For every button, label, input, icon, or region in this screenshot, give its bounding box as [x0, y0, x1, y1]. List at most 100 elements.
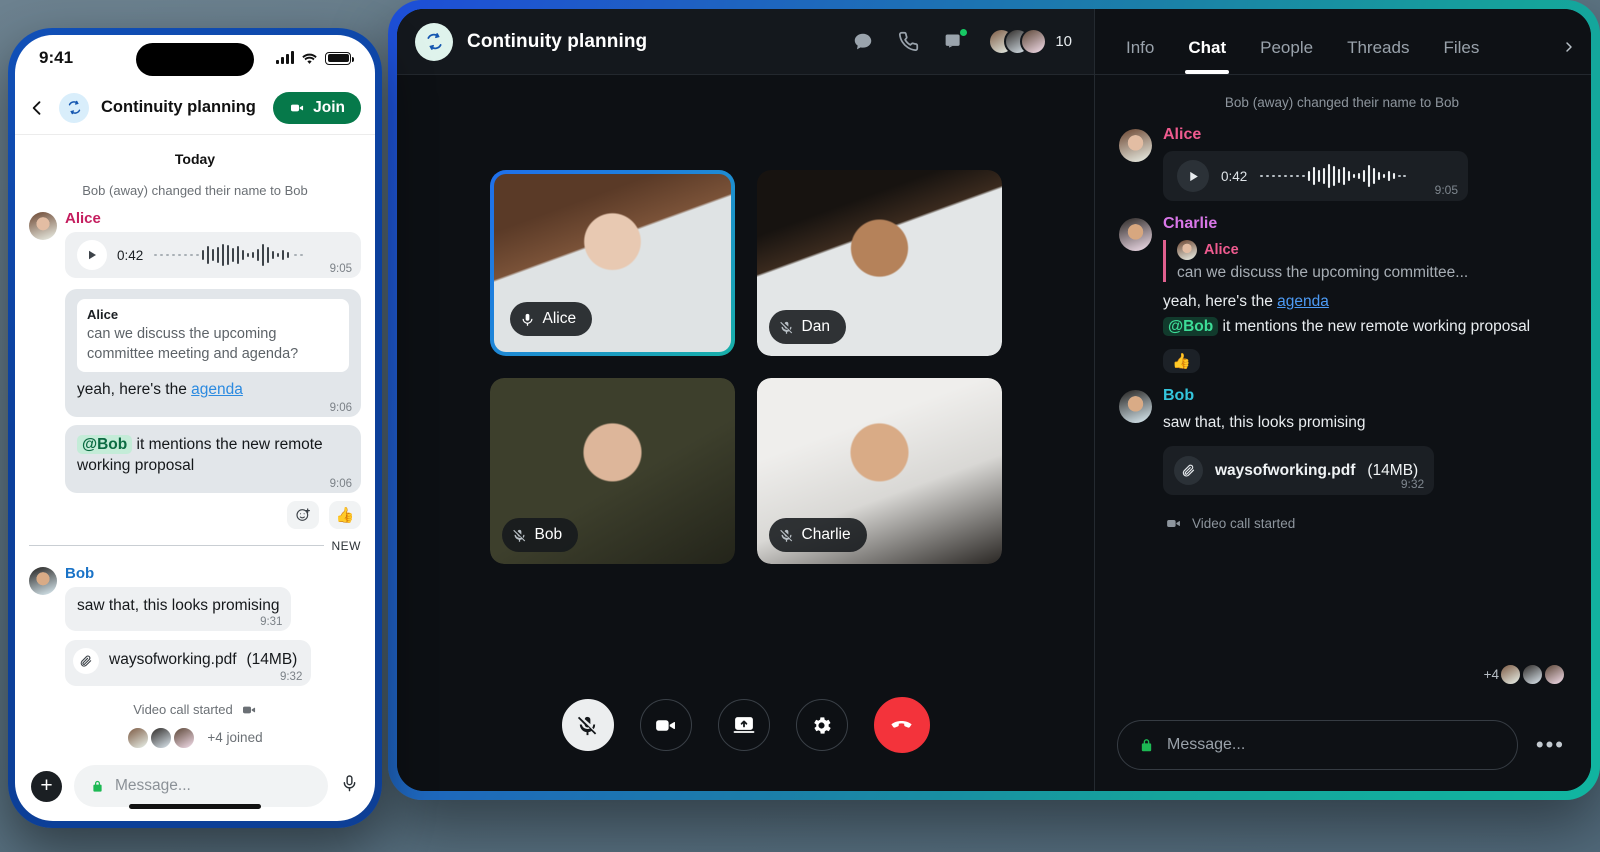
share-screen-button[interactable] [717, 699, 770, 751]
microphone-icon[interactable] [340, 774, 359, 798]
video-tile-alice[interactable]: Alice [489, 170, 735, 356]
mic-off-icon [779, 529, 792, 542]
tablet-header: Continuity planning 10 [397, 9, 1094, 75]
participants-avatar-stack[interactable]: 10 [988, 28, 1072, 55]
call-started-note: Video call started [1165, 515, 1565, 532]
message-sender: Bob [65, 564, 95, 582]
seen-by-row[interactable]: +4 [1484, 664, 1565, 685]
message-input[interactable]: Message... [74, 765, 328, 807]
tablet-screen: Continuity planning 10 Alice Dan Bob Cha… [397, 9, 1591, 791]
message-timestamp: 9:32 [279, 670, 303, 683]
video-camera-icon [1167, 520, 1180, 528]
continuity-logo-icon [59, 92, 89, 123]
mention-chip[interactable]: @Bob [1163, 316, 1219, 336]
joined-avatars-row[interactable]: +4 joined [29, 726, 361, 749]
mic-on-icon [522, 313, 532, 326]
participant-name-chip: Alice [509, 302, 593, 336]
reply-bubble[interactable]: Alice can we discuss the upcoming commit… [65, 289, 361, 418]
plus-icon[interactable]: + [31, 770, 62, 802]
waveform-icon [154, 244, 304, 266]
unread-badge-dot [959, 28, 969, 37]
agenda-link[interactable]: agenda [1277, 293, 1329, 310]
mic-off-button[interactable] [561, 699, 614, 751]
side-panel-tabs: Info Chat People Threads Files [1095, 9, 1591, 75]
message-input-placeholder: Message... [115, 777, 191, 794]
voice-note-bubble[interactable]: 0:42 9:05 [65, 232, 361, 278]
play-icon[interactable] [77, 240, 107, 270]
file-attachment[interactable]: waysofworking.pdf (14MB) 9:32 [65, 639, 312, 686]
add-reaction-icon[interactable] [287, 500, 319, 529]
avatar [1119, 129, 1152, 162]
message-bubble[interactable]: saw that, this looks promising 9:31 [65, 586, 292, 631]
tablet-header-actions: 10 [852, 28, 1072, 55]
phone-status-bar: 9:41 [15, 35, 375, 81]
avatar [1119, 390, 1152, 424]
lock-icon [1141, 738, 1152, 751]
mention-chip[interactable]: @Bob [77, 435, 133, 455]
call-started-label: Video call started [133, 702, 233, 718]
video-camera-icon [291, 104, 304, 111]
hang-up-button[interactable] [873, 697, 930, 753]
system-message: Bob (away) changed their name to Bob [1224, 95, 1460, 110]
message-text: saw that, this looks promising [1163, 414, 1366, 432]
avatar [1119, 218, 1152, 251]
video-tile-bob[interactable]: Bob [489, 378, 735, 564]
chat-bubble-icon[interactable] [852, 31, 874, 53]
video-tile-charlie[interactable]: Charlie [756, 378, 1002, 564]
tab-info[interactable]: Info [1109, 38, 1171, 74]
day-divider: Today [174, 151, 216, 167]
call-controls-bar [397, 659, 1094, 791]
tablet-device-frame: Continuity planning 10 Alice Dan Bob Cha… [388, 0, 1600, 800]
play-icon[interactable] [1177, 160, 1209, 192]
message-sender: Bob [1163, 387, 1195, 405]
tile-label: Dan [801, 318, 830, 335]
mention-rest: it mentions the new remote working propo… [1218, 317, 1531, 335]
page-title: Continuity planning [101, 98, 256, 116]
camera-button[interactable] [639, 699, 692, 751]
hang-up-icon [891, 720, 912, 728]
tab-files[interactable]: Files [1426, 38, 1496, 74]
agenda-link[interactable]: agenda [191, 381, 243, 398]
message-timestamp: 9:05 [329, 263, 352, 275]
quoted-message[interactable]: Alice can we discuss the upcoming commit… [1163, 240, 1565, 282]
tab-chat[interactable]: Chat [1171, 38, 1243, 74]
participant-video-bob: Bob [489, 378, 735, 564]
chat-message-alice: Alice 0:42 9:05 [1119, 126, 1565, 201]
chat-message-bob: Bob saw that, this looks promising wayso… [1119, 387, 1565, 532]
chevron-right-icon[interactable] [1561, 39, 1577, 74]
mention-bubble[interactable]: @Bob it mentions the new remote working … [65, 425, 361, 493]
threads-icon[interactable] [943, 28, 969, 52]
file-attachment[interactable]: waysofworking.pdf (14MB) 9:32 [1163, 446, 1435, 496]
chat-message-charlie: Charlie Alice can we discuss the upcomin… [1119, 215, 1565, 374]
tab-people[interactable]: People [1243, 38, 1330, 74]
file-name: waysofworking.pdf [109, 651, 237, 669]
phone-device-frame: 9:41 Continuity planning Join Today Bob … [8, 28, 382, 828]
video-tile-dan[interactable]: Dan [756, 170, 1002, 356]
wifi-icon [302, 53, 317, 64]
more-dots-icon[interactable]: ••• [1536, 732, 1565, 758]
reaction-thumbsup[interactable]: 👍 [1163, 349, 1200, 374]
side-panel: Info Chat People Threads Files Bob (away… [1094, 9, 1591, 791]
avatar [29, 212, 57, 240]
join-button[interactable]: Join [273, 91, 361, 124]
message-input[interactable]: Message... [1117, 720, 1518, 770]
phone-composer: + Message... [15, 751, 375, 821]
phone-icon[interactable] [898, 31, 919, 52]
call-title: Continuity planning [467, 30, 648, 52]
tile-label: Charlie [801, 526, 851, 543]
voice-note-bubble[interactable]: 0:42 9:05 [1163, 151, 1468, 201]
tab-threads[interactable]: Threads [1330, 38, 1426, 74]
lock-icon [93, 780, 102, 792]
video-grid-wrapper: Alice Dan Bob Charlie [397, 75, 1094, 659]
message-text-prefix: yeah, here's the [77, 381, 192, 399]
participant-video-alice: Alice [493, 174, 731, 352]
phone-message-bob: Bob saw that, this looks promising 9:31 … [29, 565, 361, 686]
settings-button[interactable] [795, 699, 848, 751]
tablet-composer: Message... ••• [1095, 699, 1591, 791]
mic-off-icon [779, 321, 792, 334]
reaction-thumbsup[interactable]: 👍 [329, 500, 361, 529]
back-chevron-icon[interactable] [27, 98, 47, 118]
continuity-logo-icon [415, 22, 453, 61]
message-text-prefix: yeah, here's the [1163, 293, 1278, 310]
message-text: yeah, here's the agenda [1163, 291, 1565, 313]
